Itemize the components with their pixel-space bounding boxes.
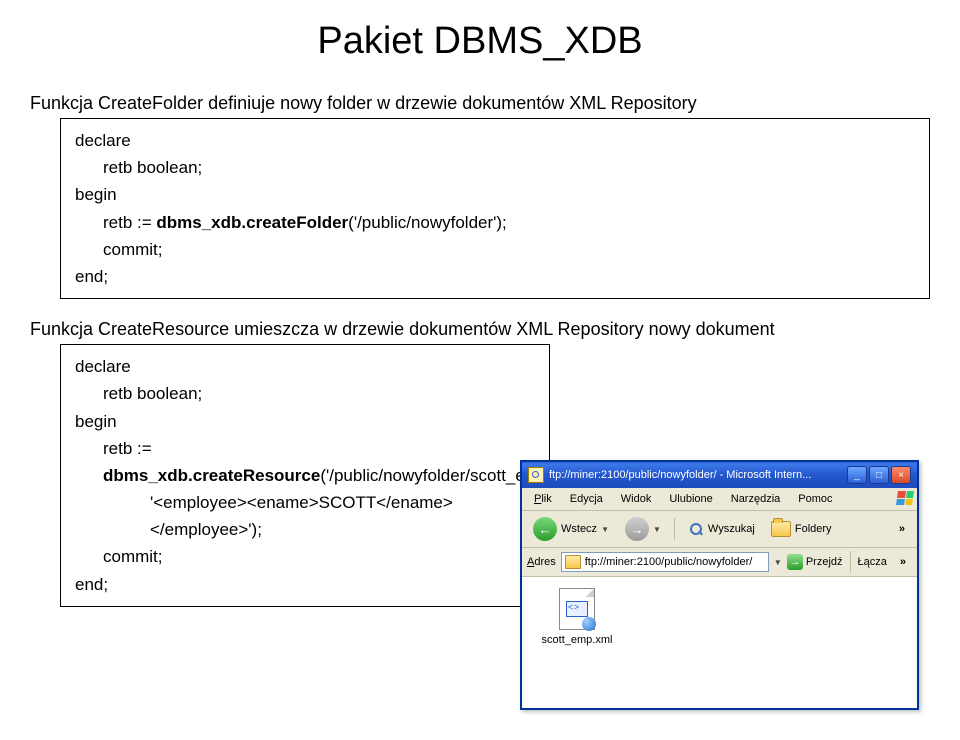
go-icon: → xyxy=(787,554,803,570)
code-line: begin xyxy=(75,408,535,435)
separator xyxy=(674,518,675,540)
code-line: end; xyxy=(75,571,535,598)
menu-file[interactable]: Plik xyxy=(526,491,560,507)
close-button[interactable]: × xyxy=(891,466,911,484)
menu-edit[interactable]: Edycja xyxy=(562,491,611,507)
code-line: '<employee><ename>SCOTT</ename></employe… xyxy=(75,489,535,543)
toolbar-overflow[interactable]: » xyxy=(893,523,911,535)
window-title: ftp://miner:2100/public/nowyfolder/ - Mi… xyxy=(549,469,811,481)
chevron-down-icon[interactable]: ▼ xyxy=(774,558,782,567)
code-line: retb boolean; xyxy=(75,154,915,181)
file-item[interactable]: scott_emp.xml xyxy=(532,588,622,646)
go-button[interactable]: → Przejdź xyxy=(787,554,843,570)
forward-icon: → xyxy=(625,517,649,541)
ie-icon xyxy=(528,467,544,483)
code-line: commit; xyxy=(75,543,535,570)
code-line: declare xyxy=(75,353,535,380)
folder-icon xyxy=(771,521,791,537)
file-name: scott_emp.xml xyxy=(542,634,613,646)
toolbar: ← Wstecz ▼ → ▼ Wyszukaj Foldery » xyxy=(522,511,917,548)
xml-file-icon xyxy=(559,588,595,630)
separator xyxy=(850,551,851,573)
search-icon xyxy=(688,521,704,537)
code-line: retb := dbms_xdb.createResource('/public… xyxy=(75,435,535,489)
code-line: end; xyxy=(75,263,915,290)
window-titlebar[interactable]: ftp://miner:2100/public/nowyfolder/ - Mi… xyxy=(522,462,917,488)
menu-help[interactable]: Pomoc xyxy=(790,491,840,507)
folders-button[interactable]: Foldery xyxy=(766,519,837,539)
folder-icon xyxy=(565,555,581,569)
code-line: retb boolean; xyxy=(75,380,535,407)
code-block-createresource: declare retb boolean; begin retb := dbms… xyxy=(60,344,550,607)
back-icon: ← xyxy=(533,517,557,541)
address-input[interactable]: ftp://miner:2100/public/nowyfolder/ xyxy=(561,552,769,572)
code-line: retb := dbms_xdb.createFolder('/public/n… xyxy=(75,209,915,236)
menu-tools[interactable]: Narzędzia xyxy=(723,491,789,507)
browser-content: scott_emp.xml xyxy=(522,577,917,708)
minimize-button[interactable]: _ xyxy=(847,466,867,484)
description-createresource: Funkcja CreateResource umieszcza w drzew… xyxy=(30,319,930,340)
chevron-down-icon: ▼ xyxy=(601,525,609,534)
page-title: Pakiet DBMS_XDB xyxy=(30,20,930,63)
forward-button[interactable]: → ▼ xyxy=(620,515,666,543)
menu-view[interactable]: Widok xyxy=(613,491,660,507)
code-line: begin xyxy=(75,181,915,208)
chevron-down-icon: ▼ xyxy=(653,525,661,534)
menu-bar: Plik Edycja Widok Ulubione Narzędzia Pom… xyxy=(522,488,917,511)
code-line: declare xyxy=(75,127,915,154)
maximize-button[interactable]: □ xyxy=(869,466,889,484)
menu-favorites[interactable]: Ulubione xyxy=(661,491,720,507)
code-block-createfolder: declare retb boolean; begin retb := dbms… xyxy=(60,118,930,299)
back-button[interactable]: ← Wstecz ▼ xyxy=(528,515,614,543)
address-label: Adres xyxy=(527,556,556,568)
description-createfolder: Funkcja CreateFolder definiuje nowy fold… xyxy=(30,93,930,114)
windows-logo-icon xyxy=(896,491,914,505)
links-overflow[interactable]: » xyxy=(894,556,912,568)
address-bar: Adres ftp://miner:2100/public/nowyfolder… xyxy=(522,548,917,577)
ie-browser-window: ftp://miner:2100/public/nowyfolder/ - Mi… xyxy=(520,460,919,710)
search-button[interactable]: Wyszukaj xyxy=(683,519,760,539)
links-label[interactable]: Łącza xyxy=(858,556,887,568)
code-line: commit; xyxy=(75,236,915,263)
